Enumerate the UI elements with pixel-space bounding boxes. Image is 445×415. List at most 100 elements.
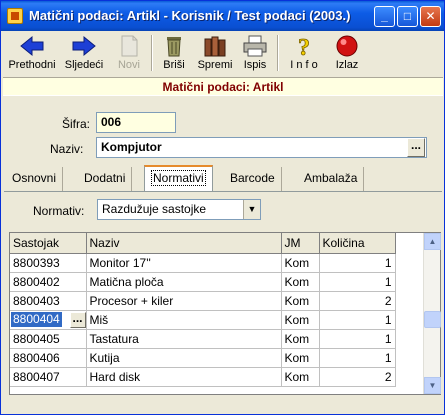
cell-naziv[interactable]: Kutija bbox=[86, 348, 282, 368]
novi-button[interactable]: Novi bbox=[111, 32, 147, 76]
toolbar-separator bbox=[151, 35, 153, 71]
cell-jm[interactable]: Kom bbox=[281, 253, 320, 273]
close-button[interactable]: ✕ bbox=[420, 6, 441, 27]
cell-naziv[interactable]: Tastatura bbox=[86, 329, 282, 349]
column-header-kolicina[interactable]: Količina bbox=[319, 233, 396, 254]
table-row[interactable]: 8800402 Matična ploča Kom 1 bbox=[10, 272, 396, 292]
cell-kolicina[interactable]: 1 bbox=[319, 329, 396, 349]
tab-dodatni[interactable]: Dodatni bbox=[78, 167, 133, 191]
cell-kolicina[interactable]: 1 bbox=[319, 310, 396, 330]
vertical-scrollbar[interactable]: ▲ ▼ bbox=[423, 233, 441, 394]
sljedeci-button[interactable]: Sljedeći bbox=[59, 32, 109, 76]
cell-jm[interactable]: Kom bbox=[281, 272, 320, 292]
cell-sastojak[interactable]: 8800405 bbox=[10, 329, 87, 349]
selected-cell-text[interactable]: 8800404 bbox=[11, 312, 62, 327]
cell-jm[interactable]: Kom bbox=[281, 329, 320, 349]
cell-naziv[interactable]: Miš bbox=[86, 310, 282, 330]
normativ-grid[interactable]: Sastojak Naziv JM Količina 8800393 Monit… bbox=[9, 232, 441, 395]
cell-sastojak[interactable]: 8800407 bbox=[10, 367, 87, 387]
table-row[interactable]: 8800405 Tastatura Kom 1 bbox=[10, 329, 396, 349]
cell-jm[interactable]: Kom bbox=[281, 367, 320, 387]
spremi-label: Spremi bbox=[197, 59, 233, 71]
trash-icon bbox=[167, 37, 181, 57]
cell-sastojak[interactable]: 8800402 bbox=[10, 272, 87, 292]
naziv-label: Naziv: bbox=[50, 142, 84, 156]
column-header-naziv[interactable]: Naziv bbox=[86, 233, 282, 254]
spremi-button[interactable]: Spremi bbox=[195, 32, 235, 76]
izlaz-label: Izlaz bbox=[335, 59, 359, 71]
cell-jm[interactable]: Kom bbox=[281, 348, 320, 368]
cell-naziv[interactable]: Hard disk bbox=[86, 367, 282, 387]
title-bar[interactable]: Matični podaci: Artikl - Korisnik / Test… bbox=[1, 1, 444, 31]
sljedeci-label: Sljedeći bbox=[64, 59, 104, 71]
toolbar-separator bbox=[277, 35, 279, 71]
cell-ellipsis-button[interactable]: ... bbox=[69, 311, 85, 328]
cell-jm[interactable]: Kom bbox=[281, 291, 320, 311]
arrow-left-icon bbox=[20, 35, 44, 57]
table-row-selected[interactable]: 8800404 ... Miš Kom 1 bbox=[10, 310, 396, 330]
brisi-label: Briši bbox=[163, 59, 185, 71]
normativ-select[interactable]: Razdužuje sastojke ▼ bbox=[97, 199, 261, 220]
table-row[interactable]: 8800407 Hard disk Kom 2 bbox=[10, 367, 396, 387]
tab-osnovni[interactable]: Osnovni bbox=[6, 167, 64, 191]
cell-kolicina[interactable]: 1 bbox=[319, 272, 396, 292]
arrow-right-icon bbox=[72, 35, 96, 57]
page-heading: Matični podaci: Artikl bbox=[3, 77, 443, 96]
svg-text:?: ? bbox=[298, 35, 310, 58]
cell-sastojak[interactable]: 8800393 bbox=[10, 253, 87, 273]
scroll-down-icon[interactable]: ▼ bbox=[424, 377, 441, 394]
toolbar: Prethodni Sljedeći Novi Briši Spremi Isp… bbox=[5, 32, 442, 76]
normativ-label: Normativ: bbox=[33, 204, 85, 218]
window-title: Matični podaci: Artikl - Korisnik / Test… bbox=[29, 8, 351, 23]
info-label: I n f o bbox=[290, 59, 318, 71]
ispis-label: Ispis bbox=[243, 59, 267, 71]
tab-normativi-label: Normativi bbox=[151, 170, 206, 186]
scroll-up-icon[interactable]: ▲ bbox=[424, 233, 441, 250]
dropdown-arrow-icon[interactable]: ▼ bbox=[243, 200, 260, 219]
exit-red-ball-icon bbox=[336, 35, 358, 57]
new-document-icon bbox=[121, 35, 138, 57]
column-header-sastojak[interactable]: Sastojak bbox=[10, 233, 87, 254]
maximize-button[interactable]: □ bbox=[397, 6, 418, 27]
cell-kolicina[interactable]: 2 bbox=[319, 367, 396, 387]
help-question-icon: ? bbox=[298, 35, 311, 58]
brisi-button[interactable]: Briši bbox=[157, 32, 191, 76]
prethodni-button[interactable]: Prethodni bbox=[7, 32, 57, 76]
cell-naziv[interactable]: Procesor + kiler bbox=[86, 291, 282, 311]
cell-naziv[interactable]: Monitor 17'' bbox=[86, 253, 282, 273]
info-button[interactable]: ? I n f o bbox=[283, 32, 325, 76]
cell-sastojak[interactable]: 8800403 bbox=[10, 291, 87, 311]
app-window: Matični podaci: Artikl - Korisnik / Test… bbox=[0, 0, 445, 415]
cell-jm[interactable]: Kom bbox=[281, 310, 320, 330]
cell-sastojak[interactable]: 8800406 bbox=[10, 348, 87, 368]
table-row[interactable]: 8800406 Kutija Kom 1 bbox=[10, 348, 396, 368]
sifra-label: Šifra: bbox=[62, 117, 91, 131]
naziv-ellipsis-button[interactable]: ... bbox=[407, 138, 425, 157]
minimize-button[interactable]: _ bbox=[374, 6, 395, 27]
tab-barcode[interactable]: Barcode bbox=[224, 167, 282, 191]
ispis-button[interactable]: Ispis bbox=[237, 32, 273, 76]
normativ-selected-value: Razdužuje sastojke bbox=[102, 202, 207, 216]
sifra-field[interactable]: 006 bbox=[96, 112, 176, 133]
naziv-field[interactable]: Kompjutor bbox=[96, 137, 427, 158]
tab-ambalaza[interactable]: Ambalaža bbox=[298, 167, 365, 191]
table-row[interactable]: 8800403 Procesor + kiler Kom 2 bbox=[10, 291, 396, 311]
save-books-icon bbox=[204, 36, 226, 57]
cell-kolicina[interactable]: 1 bbox=[319, 253, 396, 273]
column-header-jm[interactable]: JM bbox=[281, 233, 320, 254]
scroll-thumb[interactable] bbox=[424, 311, 441, 328]
cell-sastojak-editing[interactable]: 8800404 ... bbox=[10, 310, 87, 330]
izlaz-button[interactable]: Izlaz bbox=[329, 32, 365, 76]
tab-normativi[interactable]: Normativi bbox=[144, 165, 213, 191]
cell-naziv[interactable]: Matična ploča bbox=[86, 272, 282, 292]
table-row[interactable]: 8800393 Monitor 17'' Kom 1 bbox=[10, 253, 396, 273]
app-icon bbox=[7, 8, 23, 24]
grid-table: Sastojak Naziv JM Količina 8800393 Monit… bbox=[10, 233, 396, 387]
grid-header-row: Sastojak Naziv JM Količina bbox=[10, 233, 396, 254]
tab-strip: Osnovni Dodatni Normativi Barcode Ambala… bbox=[4, 165, 442, 191]
novi-label: Novi bbox=[117, 59, 140, 71]
cell-kolicina[interactable]: 2 bbox=[319, 291, 396, 311]
printer-icon bbox=[243, 35, 267, 57]
prethodni-label: Prethodni bbox=[8, 59, 56, 71]
cell-kolicina[interactable]: 1 bbox=[319, 348, 396, 368]
